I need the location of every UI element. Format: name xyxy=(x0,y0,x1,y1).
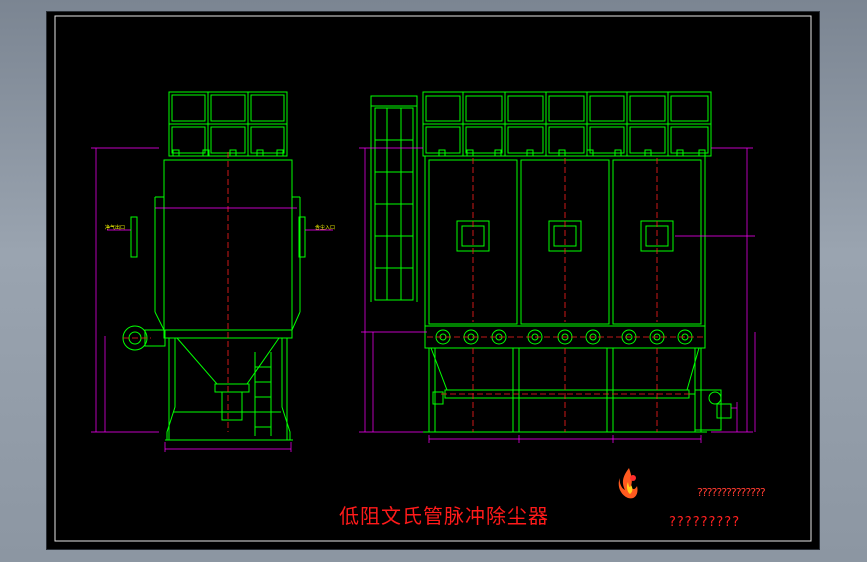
cad-drawing xyxy=(54,15,812,542)
side-dimensions xyxy=(91,147,333,452)
front-dimensions xyxy=(359,147,756,443)
flame-logo-icon xyxy=(618,468,638,499)
drawing-title: 低阻文氏管脉冲除尘器 xyxy=(339,504,549,528)
drawing-sheet: 净气出口 含尘入口 低阻文氏管脉冲除尘器 ?????????????? ????… xyxy=(47,12,819,549)
inlet-label: 含尘入口 xyxy=(315,225,336,231)
side-view xyxy=(122,91,306,441)
stamp-line-1: ?????????????? xyxy=(697,486,766,499)
front-view xyxy=(370,91,732,433)
sheet-border xyxy=(54,15,812,542)
outlet-label: 净气出口 xyxy=(105,225,126,231)
front-centerlines xyxy=(427,158,703,432)
stamp-line-2: ????????? xyxy=(669,515,741,530)
